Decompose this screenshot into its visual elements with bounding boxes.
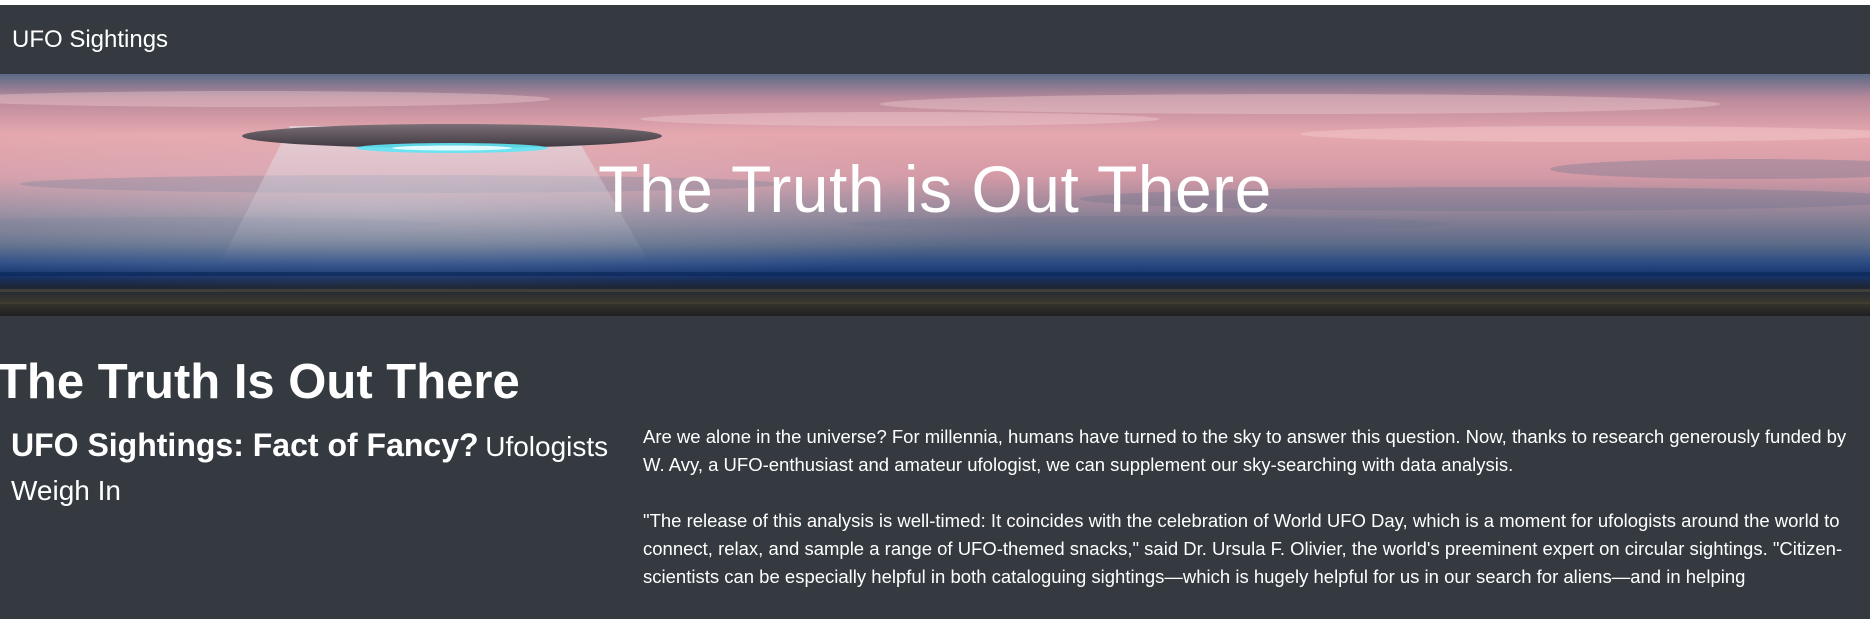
- article-heading: UFO Sightings: Fact of Fancy? Ufologists…: [11, 424, 611, 514]
- article-body: Are we alone in the universe? For millen…: [643, 423, 1865, 619]
- page-heading: The Truth Is Out There: [0, 355, 520, 409]
- article-paragraph: Are we alone in the universe? For millen…: [643, 426, 1847, 475]
- hero-title: The Truth is Out There: [598, 152, 1272, 226]
- article-title-main: UFO Sightings: Fact of Fancy?: [11, 427, 479, 463]
- article-paragraph: "The release of this analysis is well-ti…: [643, 510, 1843, 587]
- navbar-brand-link[interactable]: UFO Sightings: [12, 28, 168, 52]
- hero-banner: The Truth is Out There: [0, 74, 1870, 316]
- navbar: UFO Sightings: [0, 5, 1870, 74]
